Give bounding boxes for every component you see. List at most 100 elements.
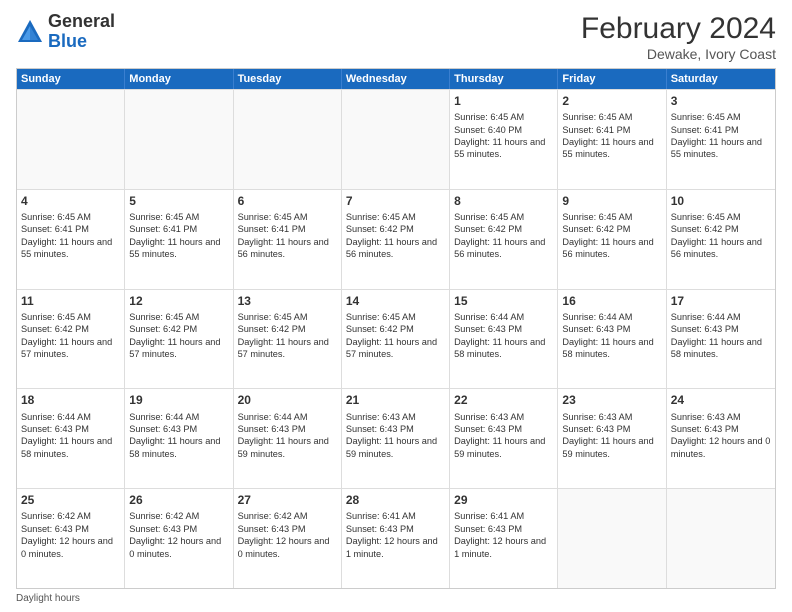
day-number: 17 bbox=[671, 293, 771, 309]
day-info: Sunrise: 6:44 AM Sunset: 6:43 PM Dayligh… bbox=[671, 311, 771, 361]
day-number: 6 bbox=[238, 193, 337, 209]
calendar-cell: 16Sunrise: 6:44 AM Sunset: 6:43 PM Dayli… bbox=[558, 290, 666, 389]
day-info: Sunrise: 6:45 AM Sunset: 6:40 PM Dayligh… bbox=[454, 111, 553, 161]
title-location: Dewake, Ivory Coast bbox=[581, 46, 776, 62]
day-number: 12 bbox=[129, 293, 228, 309]
logo-blue: Blue bbox=[48, 32, 115, 52]
calendar-cell: 1 Sunrise: 6:45 AM Sunset: 6:40 PM Daylig… bbox=[450, 90, 558, 189]
day-info: Sunrise: 6:45 AM Sunset: 6:42 PM Dayligh… bbox=[21, 311, 120, 361]
calendar-cell: 9Sunrise: 6:45 AM Sunset: 6:42 PM Daylig… bbox=[558, 190, 666, 289]
day-number: 19 bbox=[129, 392, 228, 408]
calendar-cell: 12 Sunrise: 6:45 AM Sunset: 6:42 PM Dayli… bbox=[125, 290, 233, 389]
calendar-cell: 17 Sunrise: 6:44 AM Sunset: 6:43 PM Dayli… bbox=[667, 290, 775, 389]
day-number: 23 bbox=[562, 392, 661, 408]
day-info: Sunrise: 6:45 AM Sunset: 6:42 PM Dayligh… bbox=[346, 211, 445, 261]
calendar-cell: 20 Sunrise: 6:44 AM Sunset: 6:43 PM Dayli… bbox=[234, 389, 342, 488]
calendar-cell: 19 Sunrise: 6:44 AM Sunset: 6:43 PM Dayli… bbox=[125, 389, 233, 488]
day-number: 3 bbox=[671, 93, 771, 109]
calendar-cell: 3 Sunrise: 6:45 AM Sunset: 6:41 PM Daylig… bbox=[667, 90, 775, 189]
day-number: 28 bbox=[346, 492, 445, 508]
day-info: Sunrise: 6:45 AM Sunset: 6:42 PM Dayligh… bbox=[346, 311, 445, 361]
day-number: 1 bbox=[454, 93, 553, 109]
calendar-cell: 23 Sunrise: 6:43 AM Sunset: 6:43 PM Dayli… bbox=[558, 389, 666, 488]
day-info: Sunrise: 6:44 AM Sunset: 6:43 PM Dayligh… bbox=[129, 411, 228, 461]
calendar-cell: 26 Sunrise: 6:42 AM Sunset: 6:43 PM Dayli… bbox=[125, 489, 233, 588]
calendar-cell: 21 Sunrise: 6:43 AM Sunset: 6:43 PM Dayli… bbox=[342, 389, 450, 488]
day-info: Sunrise: 6:45 AM Sunset: 6:42 PM Dayligh… bbox=[238, 311, 337, 361]
calendar-cell: 13 Sunrise: 6:45 AM Sunset: 6:42 PM Dayli… bbox=[234, 290, 342, 389]
calendar-header-row: SundayMondayTuesdayWednesdayThursdayFrid… bbox=[17, 69, 775, 89]
calendar-cell bbox=[558, 489, 666, 588]
day-number: 5 bbox=[129, 193, 228, 209]
calendar-week: 25Sunrise: 6:42 AM Sunset: 6:43 PM Dayli… bbox=[17, 488, 775, 588]
calendar-header-cell: Wednesday bbox=[342, 69, 450, 89]
calendar-cell: 28 Sunrise: 6:41 AM Sunset: 6:43 PM Dayli… bbox=[342, 489, 450, 588]
day-info: Sunrise: 6:45 AM Sunset: 6:41 PM Dayligh… bbox=[562, 111, 661, 161]
calendar-cell: 18Sunrise: 6:44 AM Sunset: 6:43 PM Dayli… bbox=[17, 389, 125, 488]
day-info: Sunrise: 6:43 AM Sunset: 6:43 PM Dayligh… bbox=[562, 411, 661, 461]
day-info: Sunrise: 6:41 AM Sunset: 6:43 PM Dayligh… bbox=[346, 510, 445, 560]
day-info: Sunrise: 6:45 AM Sunset: 6:42 PM Dayligh… bbox=[129, 311, 228, 361]
calendar-cell: 6 Sunrise: 6:45 AM Sunset: 6:41 PM Daylig… bbox=[234, 190, 342, 289]
calendar-cell: 29 Sunrise: 6:41 AM Sunset: 6:43 PM Dayli… bbox=[450, 489, 558, 588]
day-number: 2 bbox=[562, 93, 661, 109]
day-info: Sunrise: 6:45 AM Sunset: 6:42 PM Dayligh… bbox=[454, 211, 553, 261]
day-number: 10 bbox=[671, 193, 771, 209]
day-info: Sunrise: 6:43 AM Sunset: 6:43 PM Dayligh… bbox=[671, 411, 771, 461]
calendar-week: 18Sunrise: 6:44 AM Sunset: 6:43 PM Dayli… bbox=[17, 388, 775, 488]
calendar-cell bbox=[342, 90, 450, 189]
day-info: Sunrise: 6:41 AM Sunset: 6:43 PM Dayligh… bbox=[454, 510, 553, 560]
day-number: 13 bbox=[238, 293, 337, 309]
day-info: Sunrise: 6:45 AM Sunset: 6:41 PM Dayligh… bbox=[129, 211, 228, 261]
day-number: 27 bbox=[238, 492, 337, 508]
calendar-week: 1 Sunrise: 6:45 AM Sunset: 6:40 PM Daylig… bbox=[17, 89, 775, 189]
day-number: 21 bbox=[346, 392, 445, 408]
logo-general: General bbox=[48, 12, 115, 32]
calendar-cell: 8 Sunrise: 6:45 AM Sunset: 6:42 PM Daylig… bbox=[450, 190, 558, 289]
calendar-week: 11 Sunrise: 6:45 AM Sunset: 6:42 PM Dayli… bbox=[17, 289, 775, 389]
calendar-header-cell: Saturday bbox=[667, 69, 775, 89]
day-info: Sunrise: 6:45 AM Sunset: 6:41 PM Dayligh… bbox=[21, 211, 120, 261]
footer: Daylight hours bbox=[16, 593, 776, 604]
day-info: Sunrise: 6:44 AM Sunset: 6:43 PM Dayligh… bbox=[454, 311, 553, 361]
day-number: 8 bbox=[454, 193, 553, 209]
title-month: February 2024 bbox=[581, 12, 776, 46]
day-number: 11 bbox=[21, 293, 120, 309]
day-info: Sunrise: 6:42 AM Sunset: 6:43 PM Dayligh… bbox=[238, 510, 337, 560]
header: General Blue February 2024 Dewake, Ivory… bbox=[16, 12, 776, 62]
day-number: 20 bbox=[238, 392, 337, 408]
calendar-week: 4 Sunrise: 6:45 AM Sunset: 6:41 PM Daylig… bbox=[17, 189, 775, 289]
day-info: Sunrise: 6:42 AM Sunset: 6:43 PM Dayligh… bbox=[129, 510, 228, 560]
calendar-cell bbox=[125, 90, 233, 189]
calendar-body: 1 Sunrise: 6:45 AM Sunset: 6:40 PM Daylig… bbox=[17, 89, 775, 588]
calendar-header-cell: Friday bbox=[558, 69, 666, 89]
day-number: 29 bbox=[454, 492, 553, 508]
day-number: 4 bbox=[21, 193, 120, 209]
calendar-cell: 10 Sunrise: 6:45 AM Sunset: 6:42 PM Dayli… bbox=[667, 190, 775, 289]
calendar-cell bbox=[667, 489, 775, 588]
calendar-cell bbox=[234, 90, 342, 189]
title-block: February 2024 Dewake, Ivory Coast bbox=[581, 12, 776, 62]
day-info: Sunrise: 6:42 AM Sunset: 6:43 PM Dayligh… bbox=[21, 510, 120, 560]
calendar-cell: 15Sunrise: 6:44 AM Sunset: 6:43 PM Dayli… bbox=[450, 290, 558, 389]
calendar-cell: 2 Sunrise: 6:45 AM Sunset: 6:41 PM Daylig… bbox=[558, 90, 666, 189]
day-info: Sunrise: 6:45 AM Sunset: 6:41 PM Dayligh… bbox=[671, 111, 771, 161]
calendar-cell: 7 Sunrise: 6:45 AM Sunset: 6:42 PM Daylig… bbox=[342, 190, 450, 289]
day-number: 26 bbox=[129, 492, 228, 508]
logo-icon bbox=[16, 18, 44, 46]
logo-text: General Blue bbox=[48, 12, 115, 52]
page: General Blue February 2024 Dewake, Ivory… bbox=[0, 0, 792, 612]
logo: General Blue bbox=[16, 12, 115, 52]
day-number: 24 bbox=[671, 392, 771, 408]
day-info: Sunrise: 6:43 AM Sunset: 6:43 PM Dayligh… bbox=[346, 411, 445, 461]
day-number: 22 bbox=[454, 392, 553, 408]
calendar-cell: 4 Sunrise: 6:45 AM Sunset: 6:41 PM Daylig… bbox=[17, 190, 125, 289]
day-number: 7 bbox=[346, 193, 445, 209]
calendar-header-cell: Sunday bbox=[17, 69, 125, 89]
day-info: Sunrise: 6:45 AM Sunset: 6:41 PM Dayligh… bbox=[238, 211, 337, 261]
day-info: Sunrise: 6:44 AM Sunset: 6:43 PM Dayligh… bbox=[238, 411, 337, 461]
day-info: Sunrise: 6:43 AM Sunset: 6:43 PM Dayligh… bbox=[454, 411, 553, 461]
calendar-cell: 25Sunrise: 6:42 AM Sunset: 6:43 PM Dayli… bbox=[17, 489, 125, 588]
day-info: Sunrise: 6:45 AM Sunset: 6:42 PM Dayligh… bbox=[671, 211, 771, 261]
daylight-label: Daylight hours bbox=[16, 593, 80, 604]
